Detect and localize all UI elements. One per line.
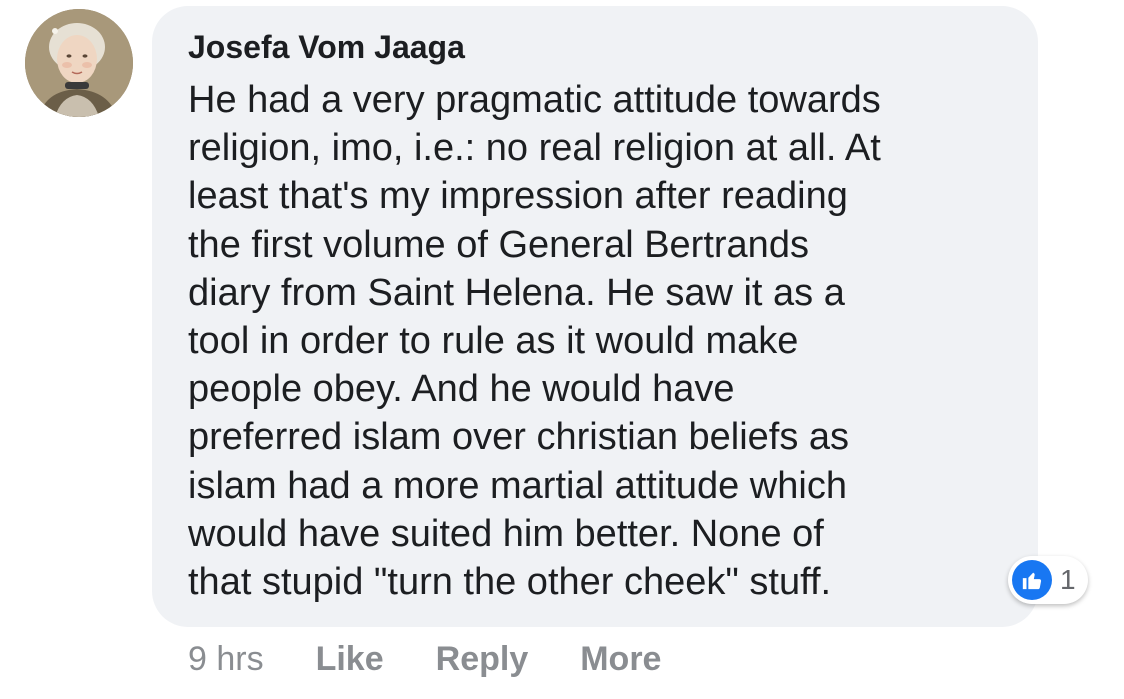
comment-text: He had a very pragmatic attitude towards… bbox=[188, 79, 881, 604]
more-button[interactable]: More bbox=[580, 640, 661, 679]
comment-actions: 9 hrs Like Reply More bbox=[188, 640, 713, 679]
comment-bubble: Josefa Vom Jaaga He had a very pragmatic… bbox=[152, 6, 1038, 627]
comment-timestamp[interactable]: 9 hrs bbox=[188, 640, 264, 679]
portrait-image bbox=[25, 9, 133, 117]
like-button[interactable]: Like bbox=[316, 640, 384, 679]
reply-button[interactable]: Reply bbox=[436, 640, 529, 679]
reaction-count: 1 bbox=[1060, 564, 1076, 595]
reaction-summary[interactable]: 1 bbox=[1008, 556, 1088, 604]
avatar[interactable] bbox=[25, 9, 133, 117]
comment-author[interactable]: Josefa Vom Jaaga bbox=[188, 28, 1008, 66]
thumbs-up-icon bbox=[1012, 560, 1052, 600]
